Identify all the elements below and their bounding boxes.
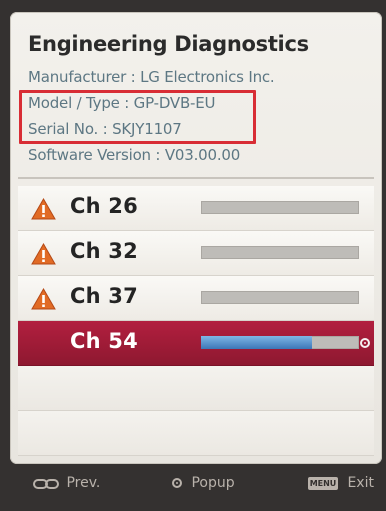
popup-label: Popup — [191, 475, 235, 491]
signal-strength-bar — [201, 336, 359, 349]
popup-action[interactable]: Popup — [172, 475, 235, 491]
selected-dot-icon — [360, 338, 370, 348]
prev-label: Prev. — [66, 475, 101, 491]
empty-channel-row — [18, 411, 374, 456]
signal-strength-fill — [201, 336, 312, 349]
model-type-info: Model / Type : GP-DVB-EU — [28, 94, 216, 112]
empty-channel-row — [18, 366, 374, 411]
software-version-info: Software Version : V03.00.00 — [28, 146, 241, 164]
channel-label: Ch 54 — [70, 329, 138, 353]
manufacturer-info: Manufacturer : LG Electronics Inc. — [28, 68, 275, 86]
channel-row-ch54-selected[interactable]: Ch 54 — [18, 321, 374, 366]
signal-strength-bar — [201, 246, 359, 259]
serial-number-info: Serial No. : SKJY1107 — [28, 120, 182, 138]
section-divider — [18, 177, 374, 179]
warning-triangle-icon — [31, 288, 56, 310]
signal-strength-bar — [201, 201, 359, 214]
page-title: Engineering Diagnostics — [28, 32, 309, 56]
exit-label: Exit — [347, 475, 374, 491]
prev-icon — [33, 478, 59, 489]
prev-action[interactable]: Prev. — [33, 475, 100, 491]
channel-row-ch26[interactable]: Ch 26 — [18, 186, 374, 231]
warning-triangle-icon — [31, 243, 56, 265]
popup-icon — [172, 478, 182, 488]
channel-row-ch32[interactable]: Ch 32 — [18, 231, 374, 276]
footer-bar: Prev. Popup MENU Exit — [0, 469, 386, 501]
channel-label: Ch 37 — [70, 284, 138, 308]
warning-triangle-icon — [31, 198, 56, 220]
diagnostics-panel: Engineering Diagnostics Manufacturer : L… — [10, 12, 382, 464]
channel-list: Ch 26 Ch 32 Ch 37 Ch 54 — [18, 186, 374, 456]
channel-label: Ch 26 — [70, 194, 138, 218]
channel-row-ch37[interactable]: Ch 37 — [18, 276, 374, 321]
tv-screen: Engineering Diagnostics Manufacturer : L… — [0, 0, 386, 511]
signal-strength-bar — [201, 291, 359, 304]
channel-label: Ch 32 — [70, 239, 138, 263]
menu-key-icon: MENU — [308, 476, 338, 490]
exit-action[interactable]: MENU Exit — [308, 475, 374, 491]
